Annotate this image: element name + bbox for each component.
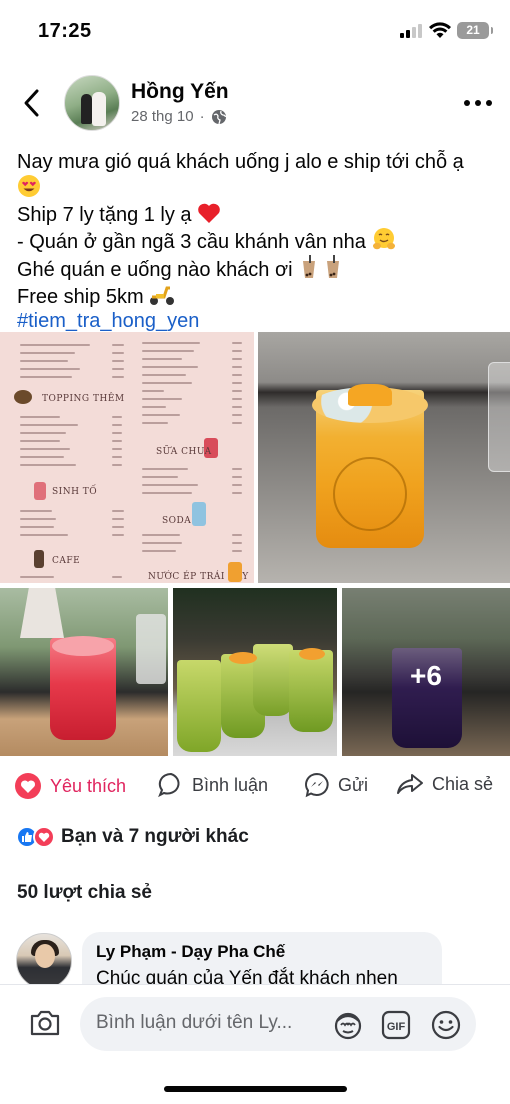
reactions-text: Bạn và 7 người khác xyxy=(61,826,249,847)
caption-line-1: Nay mưa gió quá khách uống j alo e ship … xyxy=(17,151,464,173)
post-caption: Nay mưa gió quá khách uống j alo e ship … xyxy=(17,150,497,334)
more-icon[interactable] xyxy=(464,100,492,106)
heart-eyes-emoji-icon xyxy=(18,175,40,198)
hugging-face-emoji-icon xyxy=(372,228,395,250)
reactions-summary[interactable]: Bạn và 7 người khác xyxy=(16,826,249,848)
caption-line-2: Ship 7 ly tặng 1 ly ạ xyxy=(17,203,192,226)
home-indicator xyxy=(164,1086,347,1092)
post-date[interactable]: 28 thg 10 xyxy=(131,108,194,125)
heart-icon xyxy=(15,773,41,799)
author-name[interactable]: Hồng Yến xyxy=(131,80,229,104)
status-bar: 17:25 21 xyxy=(0,0,510,62)
photo-red-drink[interactable] xyxy=(0,588,168,756)
send-button[interactable]: Gửi xyxy=(304,772,368,798)
love-reaction-icon xyxy=(33,826,55,848)
photo-purple-drink[interactable]: +6 xyxy=(342,588,510,756)
back-arrow-icon[interactable] xyxy=(18,86,48,120)
more-photos-overlay[interactable]: +6 xyxy=(342,588,510,756)
caption-line-4: Ghé quán e uống nào khách ơi xyxy=(17,258,293,281)
commenter-name[interactable]: Ly Phạm - Dạy Pha Chế xyxy=(96,942,428,962)
commenter-avatar[interactable] xyxy=(16,933,72,989)
signal-icon xyxy=(400,24,424,38)
share-label: Chia sẻ xyxy=(432,773,494,794)
comment-input[interactable]: Bình luận dưới tên Ly... GIF xyxy=(80,997,476,1051)
comment-button[interactable]: Bình luận xyxy=(158,772,268,798)
shares-count[interactable]: 50 lượt chia sẻ xyxy=(17,882,152,904)
like-label: Yêu thích xyxy=(50,775,127,796)
globe-icon xyxy=(211,109,226,124)
author-avatar[interactable] xyxy=(64,75,120,131)
comment-icon xyxy=(158,772,180,798)
wifi-icon xyxy=(429,22,451,38)
battery-indicator: 21 xyxy=(457,22,493,39)
comment-placeholder: Bình luận dưới tên Ly... xyxy=(96,1012,293,1033)
photo-orange-drink[interactable] xyxy=(258,332,510,583)
gif-icon[interactable]: GIF xyxy=(381,1010,411,1040)
share-icon xyxy=(397,774,423,794)
camera-icon[interactable] xyxy=(29,1009,61,1037)
send-label: Gửi xyxy=(338,774,369,795)
photo-green-drinks[interactable] xyxy=(173,588,337,756)
caption-line-3: - Quán ở gần ngã 3 cầu khánh vân nha xyxy=(17,231,366,254)
hashtag-link[interactable]: #tiem_tra_hong_yen xyxy=(17,310,199,332)
scooter-emoji-icon xyxy=(150,286,175,306)
red-heart-emoji-icon xyxy=(198,203,220,223)
share-button[interactable]: Chia sẻ xyxy=(396,772,493,796)
avatar-sticker-icon[interactable] xyxy=(332,1009,364,1041)
status-time: 17:25 xyxy=(38,20,92,42)
post-actions: Yêu thích Bình luận Gửi Chia sẻ xyxy=(0,764,510,808)
photo-menu[interactable]: TOPPING THÊM SINH TỐ CAFE SỮA CHUA SODA … xyxy=(0,332,254,583)
bubble-tea-emoji-icon xyxy=(303,254,340,278)
svg-text:GIF: GIF xyxy=(387,1021,406,1033)
caption-line-5: Free ship 5km xyxy=(17,286,144,309)
emoji-icon[interactable] xyxy=(430,1009,462,1041)
messenger-icon xyxy=(305,772,329,798)
post-meta: 28 thg 10 · xyxy=(131,108,227,125)
like-button[interactable]: Yêu thích xyxy=(14,772,126,800)
comment-label: Bình luận xyxy=(192,774,269,795)
meta-separator: · xyxy=(199,108,205,125)
